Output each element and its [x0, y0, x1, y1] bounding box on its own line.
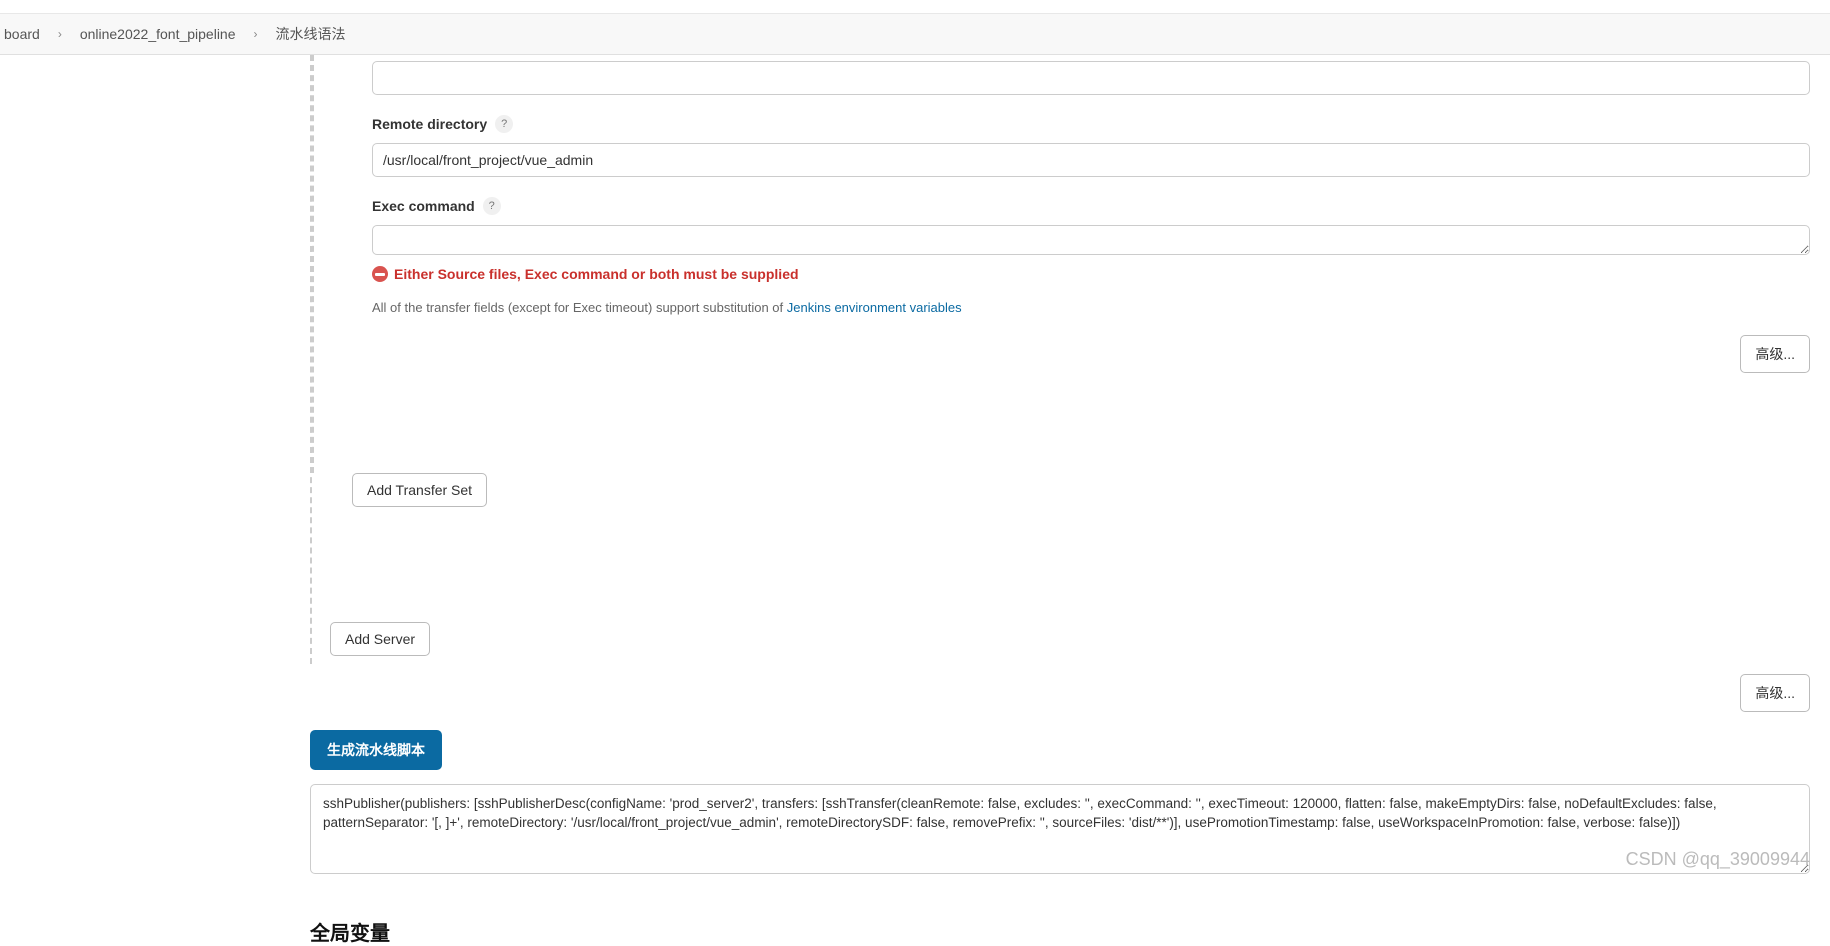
breadcrumb-item-project[interactable]: online2022_font_pipeline: [76, 26, 240, 42]
remote-directory-label-text: Remote directory: [372, 116, 487, 132]
generated-script-output[interactable]: sshPublisher(publishers: [sshPublisherDe…: [310, 784, 1810, 874]
remote-directory-input[interactable]: [372, 143, 1810, 177]
exec-command-input[interactable]: [372, 225, 1810, 255]
hint-text: All of the transfer fields (except for E…: [372, 300, 1810, 315]
left-sidebar-space: [0, 55, 310, 946]
global-vars-heading: 全局变量: [310, 917, 1810, 946]
breadcrumb-item-syntax[interactable]: 流水线语法: [272, 24, 350, 44]
remove-prefix-input[interactable]: [372, 61, 1810, 95]
jenkins-env-vars-link[interactable]: Jenkins environment variables: [787, 300, 962, 315]
breadcrumb: board › online2022_font_pipeline › 流水线语法: [0, 14, 1830, 55]
generate-script-button[interactable]: 生成流水线脚本: [310, 730, 442, 770]
add-server-button[interactable]: Add Server: [330, 622, 430, 656]
chevron-right-icon: ›: [58, 27, 62, 41]
remote-directory-label: Remote directory ?: [372, 115, 1810, 133]
exec-command-label-text: Exec command: [372, 198, 475, 214]
advanced-button[interactable]: 高级...: [1740, 335, 1810, 373]
validation-error: Either Source files, Exec command or bot…: [372, 266, 1810, 282]
help-icon[interactable]: ?: [495, 115, 513, 133]
browser-bookmark-bar: [0, 0, 1830, 14]
add-transfer-set-button[interactable]: Add Transfer Set: [352, 473, 487, 507]
hint-prefix: All of the transfer fields (except for E…: [372, 300, 787, 315]
exec-command-label: Exec command ?: [372, 197, 1810, 215]
breadcrumb-item-dashboard[interactable]: board: [0, 26, 44, 42]
chevron-right-icon: ›: [254, 27, 258, 41]
error-message-text: Either Source files, Exec command or bot…: [394, 266, 799, 282]
advanced-button-outer[interactable]: 高级...: [1740, 674, 1810, 712]
error-icon: [372, 266, 388, 282]
help-icon[interactable]: ?: [483, 197, 501, 215]
